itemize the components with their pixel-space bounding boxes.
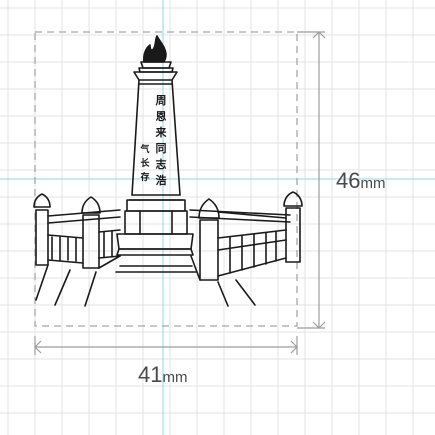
monument-sketch[interactable] bbox=[33, 35, 303, 307]
width-unit: mm bbox=[162, 369, 188, 386]
inscription-char: 同 bbox=[156, 142, 167, 155]
height-unit: mm bbox=[360, 175, 386, 192]
height-dimension-label: 46mm bbox=[336, 170, 385, 192]
monument-base bbox=[126, 199, 186, 212]
design-canvas[interactable]: 周恩来同志浩 气长存 bbox=[0, 0, 435, 435]
inscription-char: 气 bbox=[139, 143, 149, 155]
inscription-char: 周 bbox=[156, 94, 167, 107]
inscription-char: 存 bbox=[140, 171, 149, 183]
inscription-char: 恩 bbox=[156, 110, 167, 123]
inscription-char: 浩 bbox=[156, 173, 167, 187]
left-railing bbox=[47, 209, 121, 224]
height-value: 46 bbox=[336, 168, 361, 193]
inscription-char: 志 bbox=[156, 157, 167, 171]
inscription-char: 来 bbox=[155, 125, 168, 139]
inscription-char: 长 bbox=[140, 157, 150, 169]
monument-steps bbox=[98, 255, 201, 281]
width-dimension-label: 41mm bbox=[138, 364, 187, 386]
width-value: 41 bbox=[138, 362, 163, 387]
